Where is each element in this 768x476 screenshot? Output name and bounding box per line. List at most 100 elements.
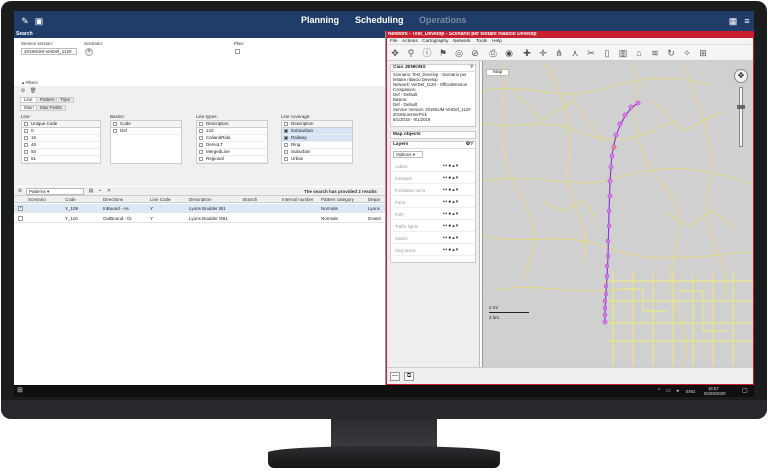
list-item[interactable]: 48 [22, 142, 100, 149]
list-item[interactable]: DemoLT [197, 142, 267, 149]
trash-icon[interactable]: 🗑 [30, 88, 36, 94]
minimize-button[interactable]: — [390, 372, 400, 381]
zoom-slider[interactable] [739, 87, 743, 147]
view-select[interactable]: Patterns ▾ [26, 188, 84, 195]
layer-controls[interactable]: ↦●▴▾ [443, 211, 459, 217]
column-header[interactable]: Description [189, 197, 212, 202]
layer-controls[interactable]: ↦●▴▾ [443, 223, 459, 229]
list-item[interactable]: 16 [22, 135, 100, 142]
layer-row[interactable]: Polly ↦●▴▾ [393, 209, 475, 220]
layer-row[interactable]: Switch ↦●▴▾ [393, 233, 475, 244]
stop-icon[interactable]: ▥ [618, 48, 628, 58]
delete-icon[interactable]: ✕ [106, 188, 112, 194]
list-item-checkbox[interactable] [199, 157, 203, 161]
settings-icon[interactable]: ⚙ [20, 88, 26, 94]
map-pan-control[interactable]: ✥ [734, 69, 748, 83]
line-types-select-all[interactable] [199, 122, 203, 126]
menu-actions[interactable]: Actions [402, 39, 418, 44]
layers-icon[interactable]: ≋ [650, 48, 660, 58]
compass-icon[interactable]: ✧ [682, 48, 692, 58]
add-scenario-button[interactable]: + [85, 48, 93, 56]
list-item[interactable]: Regional [197, 156, 267, 163]
eye-icon[interactable]: ◉ [504, 48, 514, 58]
list-item-checkbox[interactable] [24, 136, 28, 140]
refresh-icon[interactable]: ↻ [666, 48, 676, 58]
table-row[interactable]: Y_109 InBound - As Y Lyons Boulder IB1 N… [14, 204, 385, 213]
table-row[interactable]: Y_110 OutBound - Di Y Lyons Boulder OB1 … [14, 214, 385, 223]
layer-controls[interactable]: ↦●▴▾ [443, 175, 459, 181]
row-checkbox[interactable] [18, 216, 23, 221]
menu-file[interactable]: File [390, 39, 398, 44]
list-item-checkbox[interactable] [284, 150, 288, 154]
windows-start-icon[interactable]: ⊞ [17, 387, 23, 395]
zoom-slider-handle[interactable] [737, 105, 745, 109]
volume-icon[interactable]: ◂ [676, 387, 679, 395]
line-coverage-select-all[interactable] [284, 122, 288, 126]
help-icon[interactable]: ? [470, 65, 473, 71]
tray-chevron-icon[interactable]: ⌃ [657, 387, 661, 395]
list-item[interactable]: CaliandRida [197, 135, 267, 142]
folder-icon[interactable]: ▤ [88, 188, 94, 194]
list-item[interactable]: MergedLine [197, 149, 267, 156]
list-item-checkbox[interactable] [24, 157, 28, 161]
list-item[interactable]: 122 [197, 128, 267, 135]
list-item-checkbox[interactable] [199, 136, 203, 140]
layer-controls[interactable]: ↦●▴▾ [443, 247, 459, 253]
plan-checkbox[interactable] [235, 49, 240, 54]
bus-icon[interactable]: ▯ [602, 48, 612, 58]
row-checkbox[interactable] [18, 205, 23, 211]
list-item-checkbox[interactable] [284, 129, 288, 133]
network-status-icon[interactable]: ▭ [666, 387, 671, 395]
restore-button[interactable]: ⧉ [404, 372, 414, 381]
list-item[interactable]: 51 [22, 156, 100, 163]
add-node-icon[interactable]: ✚ [522, 48, 532, 58]
map-objects-card[interactable]: Map objects [390, 131, 476, 139]
list-item-checkbox[interactable] [24, 150, 28, 154]
map-canvas[interactable]: ✥ 2 mi 2 km [482, 60, 754, 368]
layer-controls[interactable]: ↦●▴▾ [443, 199, 459, 205]
layer-row[interactable]: Forbidden turns ↦●▴▾ [393, 185, 475, 196]
column-header[interactable]: Depar [368, 197, 380, 202]
column-header[interactable]: Pattern category [321, 197, 354, 202]
nav-scheduling[interactable]: Scheduling [355, 15, 404, 25]
merge-icon[interactable]: ⋏ [570, 48, 580, 58]
basins-select-all[interactable] [113, 122, 117, 126]
pencil-icon[interactable]: ✎ [18, 14, 32, 28]
nav-operations[interactable]: Operations [419, 15, 467, 25]
info-icon[interactable]: ⓘ [422, 48, 432, 58]
list-item-checkbox[interactable] [24, 143, 28, 147]
layer-row[interactable]: Parts ↦●▴▾ [393, 197, 475, 208]
save-icon[interactable]: ▪ [97, 188, 103, 194]
depot-icon[interactable]: ⌂ [634, 48, 644, 58]
line-select-all[interactable] [24, 122, 28, 126]
column-header[interactable]: Internal number [282, 197, 314, 202]
zoom-icon[interactable]: ⚲ [406, 48, 416, 58]
layer-row[interactable]: Traffic lights ↦●▴▾ [393, 221, 475, 232]
cut-icon[interactable]: ✂ [586, 48, 596, 58]
list-item-checkbox[interactable] [199, 143, 203, 147]
list-item-checkbox[interactable] [199, 150, 203, 154]
column-header[interactable]: Scenario [28, 197, 46, 202]
list-item-checkbox[interactable] [284, 157, 288, 161]
node-icon[interactable]: ⊘ [470, 48, 480, 58]
layer-row[interactable]: Stop areas ↦●▴▾ [393, 245, 475, 256]
list-item[interactable]: 0 [22, 128, 100, 135]
list-item-checkbox[interactable] [113, 129, 117, 133]
menu-cartography[interactable]: Cartography [422, 39, 448, 44]
nav-planning[interactable]: Planning [301, 15, 339, 25]
list-item[interactable]: Extraurban [282, 128, 352, 135]
tray-date[interactable]: 04/03/2020 [704, 391, 726, 396]
tray-language[interactable]: ENG [686, 389, 695, 394]
select-icon[interactable]: ◎ [454, 48, 464, 58]
split-icon[interactable]: ⋔ [554, 48, 564, 58]
list-item[interactable]: Ring [282, 142, 352, 149]
list-item-checkbox[interactable] [199, 129, 203, 133]
menu-tools[interactable]: Tools [476, 39, 487, 44]
print-icon[interactable]: ⎙ [488, 48, 498, 58]
column-header[interactable]: Directions [103, 197, 123, 202]
layer-controls[interactable]: ↦●▴▾ [443, 235, 459, 241]
column-header[interactable]: Branch [243, 197, 257, 202]
list-item[interactable]: Railway [282, 135, 352, 142]
grid-icon[interactable]: ⊞ [698, 48, 708, 58]
tab-line[interactable]: Line [20, 97, 37, 103]
